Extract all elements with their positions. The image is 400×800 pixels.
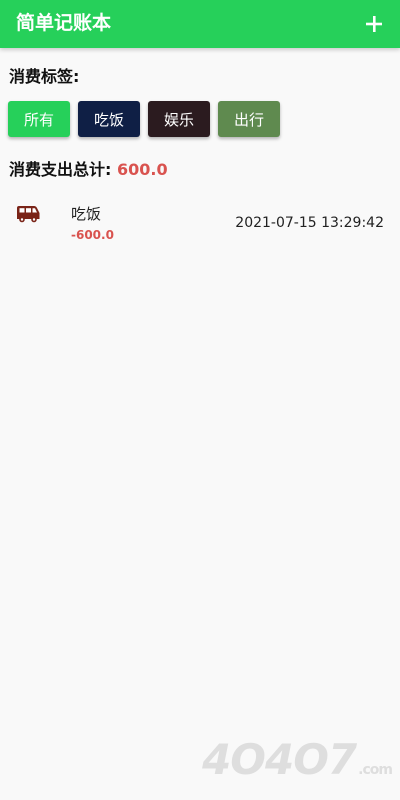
tag-travel[interactable]: 出行 (218, 101, 280, 137)
record-amount: -600.0 (71, 228, 114, 242)
tag-list: 所有 吃饭 娱乐 出行 (8, 101, 280, 137)
bus-icon (17, 206, 40, 223)
total-label: 消费支出总计: (9, 160, 117, 179)
app-title: 简单记账本 (16, 12, 112, 34)
plus-icon (366, 16, 382, 32)
app-bar: 简单记账本 (0, 0, 400, 48)
record-item[interactable]: 吃饭 -600.0 2021-07-15 13:29:42 (0, 196, 400, 248)
site-watermark: 4O4O7 .com (202, 735, 393, 784)
tag-all[interactable]: 所有 (8, 101, 70, 137)
record-time: 2021-07-15 13:29:42 (235, 215, 384, 231)
tag-food[interactable]: 吃饭 (78, 101, 140, 137)
tags-label: 消费标签: (9, 67, 80, 86)
total-value: 600.0 (116, 160, 168, 179)
app-screen: 简单记账本 消费标签: 所有 吃饭 娱乐 出行 消费支出总计: 600.0 吃饭 (0, 0, 400, 800)
record-name: 吃饭 (71, 205, 102, 223)
tag-entertainment[interactable]: 娱乐 (148, 101, 210, 137)
total-row: 消费支出总计: 600.0 (9, 159, 168, 181)
add-record-button[interactable] (358, 8, 390, 40)
